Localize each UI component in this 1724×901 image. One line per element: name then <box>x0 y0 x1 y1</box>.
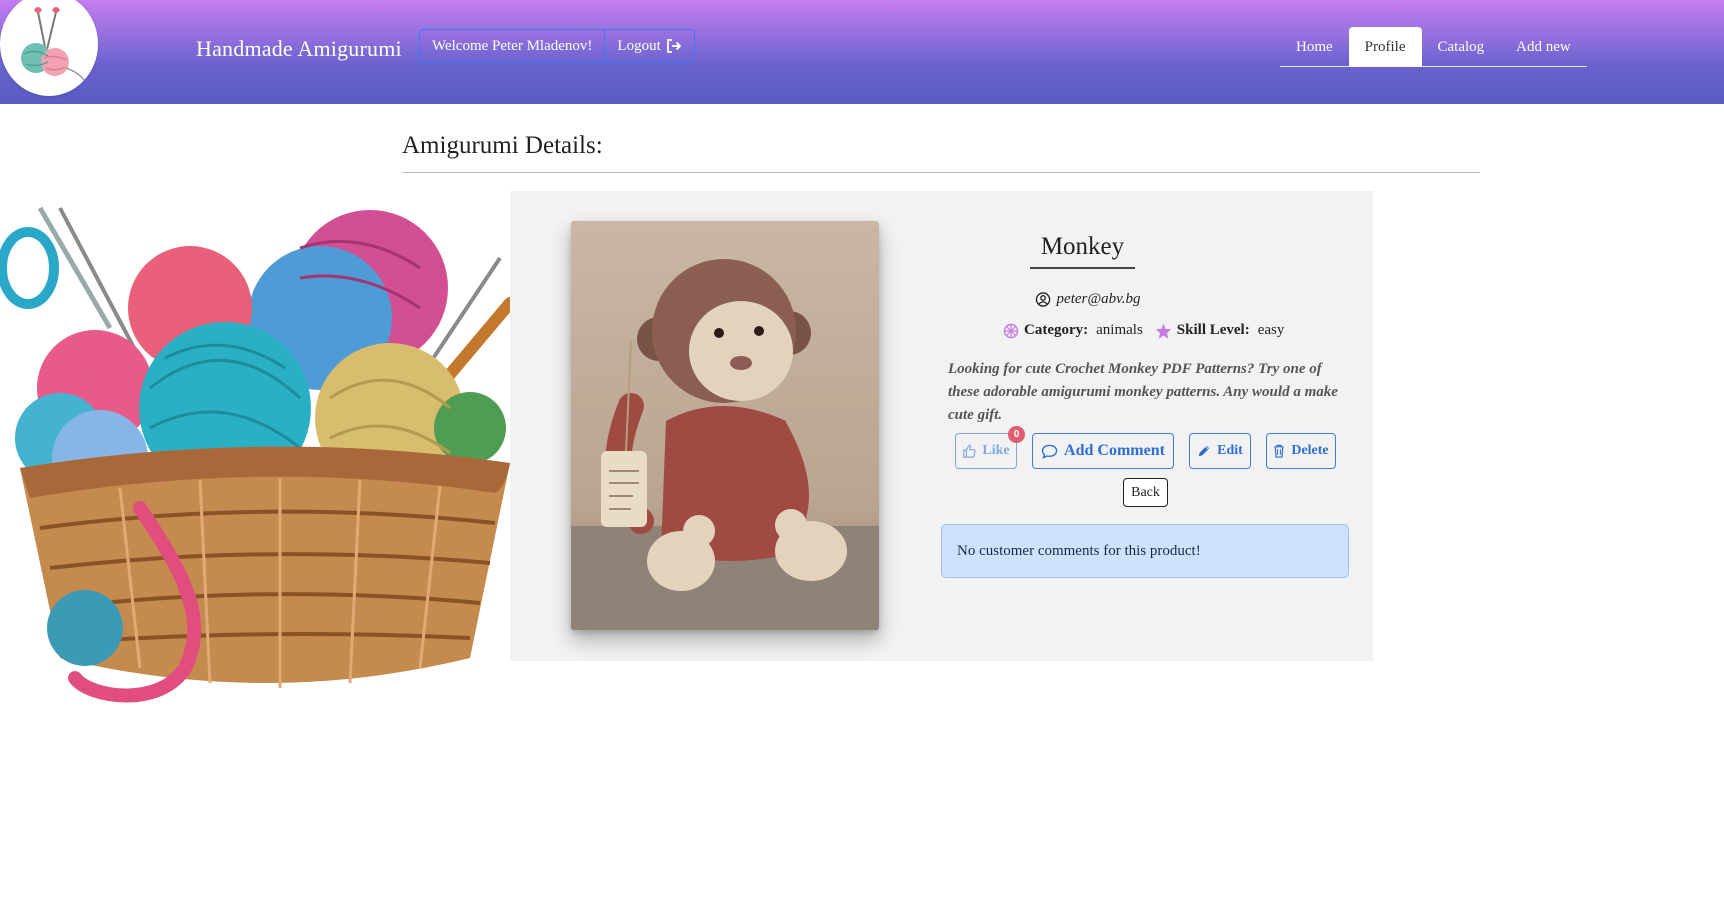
product-name: Monkey <box>1030 233 1135 269</box>
nav-catalog-label: Catalog <box>1437 38 1485 55</box>
pen-icon <box>1197 444 1211 458</box>
welcome-text: Welcome Peter Mladenov! <box>432 37 593 54</box>
back-button[interactable]: Back <box>1123 478 1168 507</box>
edit-button[interactable]: Edit <box>1189 433 1251 469</box>
owner-line: peter@abv.bg <box>1035 291 1141 308</box>
skill-level-value: easy <box>1257 322 1285 338</box>
edit-label: Edit <box>1217 443 1243 458</box>
nav-add-new[interactable]: Add new <box>1500 27 1587 67</box>
add-comment-button[interactable]: Add Comment <box>1032 433 1174 469</box>
details-card: Monkey peter@abv.bg Category: animals Sk… <box>510 191 1373 661</box>
no-comments-alert: No customer comments for this product! <box>941 524 1349 578</box>
nav-profile-label: Profile <box>1364 38 1406 55</box>
yarn-logo[interactable] <box>0 0 98 96</box>
add-comment-label: Add Comment <box>1064 442 1165 459</box>
logout-icon <box>666 39 682 53</box>
chat-bubble-icon <box>1041 444 1058 459</box>
nav-home-label: Home <box>1296 38 1333 55</box>
logout-label: Logout <box>617 37 661 54</box>
yarn-basket-illustration <box>0 206 516 703</box>
user-circle-icon <box>1035 292 1051 307</box>
crochet-monkey-photo <box>571 221 879 630</box>
nav-catalog[interactable]: Catalog <box>1422 27 1501 67</box>
star-icon <box>1155 323 1172 339</box>
delete-label: Delete <box>1291 443 1329 458</box>
nav-home[interactable]: Home <box>1280 27 1349 67</box>
main-nav: Home Profile Catalog Add new <box>1280 27 1587 67</box>
user-button-group: Welcome Peter Mladenov! Logout <box>419 29 695 63</box>
logout-button[interactable]: Logout <box>604 30 693 62</box>
heading-divider <box>402 172 1480 173</box>
owner-email: peter@abv.bg <box>1056 291 1141 307</box>
top-navbar: Handmade Amigurumi Welcome Peter Mladeno… <box>0 0 1724 104</box>
skill-level-label: Skill Level: <box>1176 322 1250 338</box>
category-label: Category: <box>1024 322 1089 338</box>
like-button[interactable]: Like 0 <box>955 426 1025 469</box>
nav-add-new-label: Add new <box>1516 38 1571 55</box>
thumbs-up-icon <box>962 444 976 458</box>
flower-icon <box>1003 323 1019 339</box>
site-title[interactable]: Handmade Amigurumi <box>196 36 402 62</box>
category-value: animals <box>1096 322 1143 338</box>
like-label: Like <box>982 443 1010 458</box>
product-meta: Category: animals Skill Level: easy <box>1003 322 1284 339</box>
delete-button[interactable]: Delete <box>1266 433 1336 469</box>
welcome-button[interactable]: Welcome Peter Mladenov! <box>420 30 604 62</box>
trash-icon <box>1273 444 1285 458</box>
product-description: Looking for cute Crochet Monkey PDF Patt… <box>948 361 1338 423</box>
page-title: Amigurumi Details: <box>402 132 603 159</box>
no-comments-message: No customer comments for this product! <box>957 542 1201 559</box>
nav-profile[interactable]: Profile <box>1348 27 1422 67</box>
like-count-badge: 0 <box>1008 426 1025 443</box>
